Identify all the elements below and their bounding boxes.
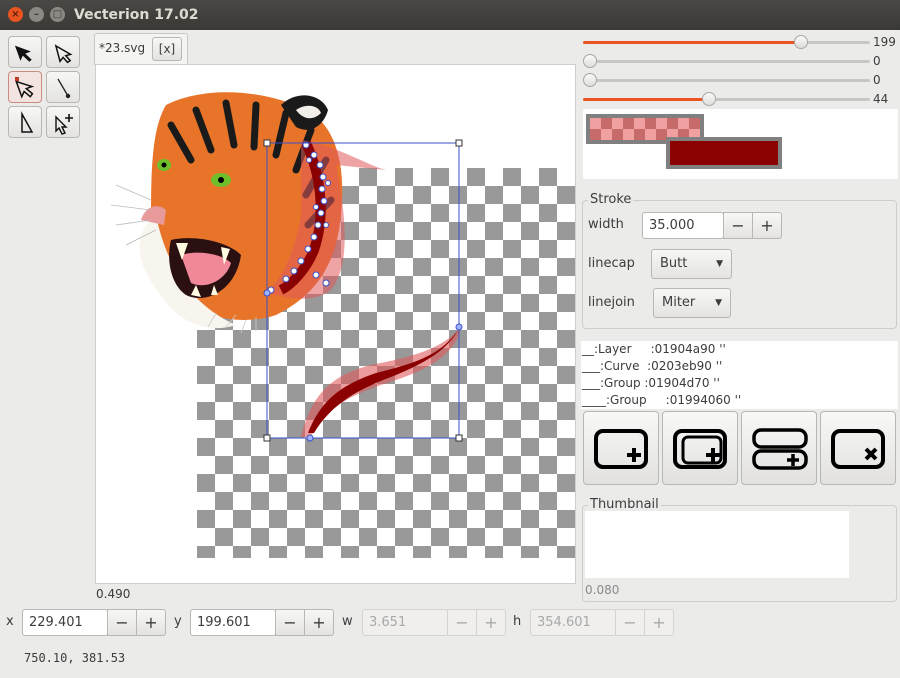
zoom-level: 0.490 [96, 587, 131, 601]
pen-line-icon [57, 78, 71, 99]
tab-close-button[interactable]: [x] [152, 37, 182, 61]
delete-layer-icon [831, 429, 885, 469]
x-decrement-button[interactable]: − [107, 609, 137, 636]
slider-1-value: 199 [873, 35, 896, 49]
w-input[interactable]: 3.651 [362, 609, 448, 636]
slider-4[interactable] [583, 91, 870, 107]
node-tool-button[interactable] [46, 36, 80, 68]
thumbnail-preview [585, 511, 849, 578]
delete-layer-button[interactable] [820, 411, 896, 485]
path-select-icon [21, 111, 34, 133]
slider-fill [583, 98, 710, 101]
brush-stroke-outer [301, 327, 461, 437]
select-arrow-icon [14, 45, 32, 62]
y-decrement-button[interactable]: − [275, 609, 305, 636]
tab-label: *23.svg [99, 41, 146, 55]
w-increment-button[interactable]: + [476, 609, 506, 636]
cursor-coordinates: 750.10, 381.53 [24, 651, 126, 665]
y-increment-button[interactable]: + [304, 609, 334, 636]
document-tab[interactable]: *23.svg [x] [94, 33, 188, 65]
tree-item[interactable]: __:Layer :01904a90 '' [582, 341, 726, 358]
title-bar: × – □ Vecterion 17.02 [0, 0, 900, 30]
window-close-button[interactable]: × [8, 7, 23, 22]
path-tool-button[interactable] [8, 106, 42, 138]
x-increment-button[interactable]: + [136, 609, 166, 636]
slider-1[interactable] [583, 34, 870, 50]
add-group-icon [673, 429, 727, 469]
add-group-button[interactable] [662, 411, 738, 485]
window-minimize-button[interactable]: – [29, 7, 44, 22]
add-sublayer-button[interactable] [741, 411, 817, 485]
y-label: y [174, 614, 182, 629]
h-input[interactable]: 354.601 [530, 609, 616, 636]
linecap-select[interactable]: Butt ▼ [651, 249, 732, 279]
endpoint-node[interactable] [263, 289, 271, 297]
transform-tool-button[interactable] [8, 71, 42, 103]
add-layer-icon [594, 429, 648, 469]
add-node-tool-button[interactable] [46, 106, 80, 138]
slider-knob[interactable] [702, 92, 717, 106]
node-edit-icon [54, 44, 73, 64]
slider-4-value: 44 [873, 92, 889, 106]
h-decrement-button[interactable]: − [615, 609, 645, 636]
artwork [110, 92, 463, 442]
drawing-canvas[interactable] [95, 64, 576, 584]
transform-icon [15, 77, 35, 99]
thumbnail-scale: 0.080 [585, 583, 620, 597]
tree-item[interactable]: ____:Group :01994060 '' [582, 392, 741, 409]
width-label: width [588, 217, 624, 232]
slider-knob[interactable] [583, 73, 597, 87]
linecap-value: Butt [660, 256, 688, 271]
h-increment-button[interactable]: + [644, 609, 674, 636]
linejoin-label: linejoin [588, 295, 635, 310]
stroke-width-decrement-button[interactable]: − [723, 212, 753, 239]
add-sublayer-icon [752, 428, 808, 470]
chevron-down-icon: ▼ [715, 298, 722, 308]
x-input[interactable]: 229.401 [22, 609, 108, 636]
slider-3-value: 0 [873, 73, 881, 87]
color-preview [583, 109, 898, 179]
linejoin-select[interactable]: Miter ▼ [653, 288, 731, 318]
endpoint-node[interactable] [455, 323, 463, 331]
slider-fill [583, 41, 802, 44]
h-label: h [513, 614, 522, 629]
stroke-color-swatch[interactable] [666, 137, 782, 169]
linecap-label: linecap [588, 256, 635, 271]
w-decrement-button[interactable]: − [447, 609, 477, 636]
slider-knob[interactable] [794, 35, 809, 49]
y-input[interactable]: 199.601 [190, 609, 276, 636]
stroke-panel-title: Stroke [588, 192, 634, 207]
endpoint-node[interactable] [306, 434, 314, 442]
select-tool-button[interactable] [8, 36, 42, 68]
object-tree[interactable]: __:Layer :01904a90 '' ___:Curve :0203eb9… [581, 341, 898, 409]
tree-item[interactable]: ___:Curve :0203eb90 '' [582, 358, 722, 375]
slider-2-value: 0 [873, 54, 881, 68]
slider-2[interactable] [583, 53, 870, 69]
pen-tool-button[interactable] [46, 71, 80, 103]
slider-3[interactable] [583, 72, 870, 88]
stroke-width-increment-button[interactable]: + [752, 212, 782, 239]
window-title: Vecterion 17.02 [74, 7, 199, 23]
x-label: x [6, 614, 14, 629]
add-node-icon [55, 114, 73, 135]
window-maximize-button[interactable]: □ [50, 7, 65, 22]
chevron-down-icon: ▼ [716, 259, 723, 269]
stroke-width-input[interactable]: 35.000 [642, 212, 724, 239]
w-label: w [342, 614, 353, 629]
slider-knob[interactable] [583, 54, 597, 68]
tree-item[interactable]: ___:Group :01904d70 '' [582, 375, 720, 392]
linejoin-value: Miter [662, 295, 696, 310]
add-layer-button[interactable] [583, 411, 659, 485]
thumbnail-title: Thumbnail [588, 497, 661, 512]
